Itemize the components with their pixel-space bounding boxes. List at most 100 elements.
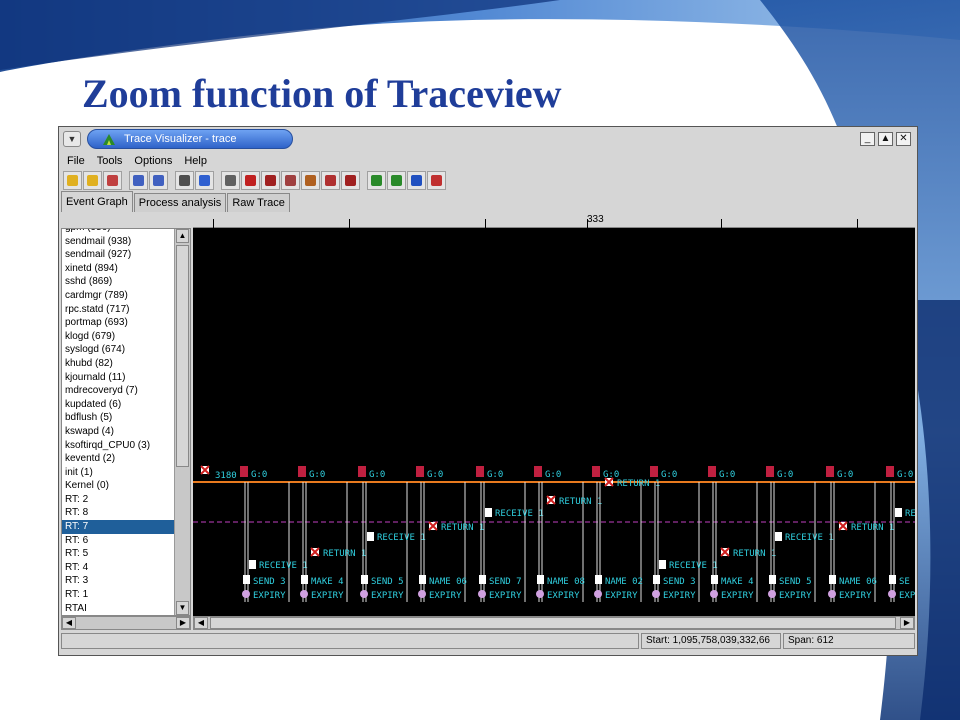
process-list-scrollbar[interactable]: ▲ ▼ (174, 229, 190, 615)
process-list-item[interactable]: kswapd (4) (62, 425, 174, 439)
tab-raw-trace[interactable]: Raw Trace (227, 193, 290, 212)
print-icon (107, 175, 118, 186)
column-label: G:0 (837, 470, 853, 480)
menu-help[interactable]: Help (182, 153, 215, 171)
process-list-item[interactable]: sendmail (927) (62, 248, 174, 262)
toolbar (61, 171, 446, 193)
process-list-item[interactable]: portmap (693) (62, 316, 174, 330)
window-title-pill[interactable]: Trace Visualizer - trace (87, 129, 293, 149)
receive-icon (367, 532, 374, 541)
close-button[interactable]: ✕ (896, 132, 911, 146)
ruler-label: 333 (587, 214, 604, 225)
scroll-down-arrow[interactable]: ▼ (176, 601, 189, 615)
expiry-icon (888, 590, 896, 598)
process-list-item[interactable]: bdflush (5) (62, 411, 174, 425)
chart-line-button[interactable] (387, 171, 406, 190)
graph-scroll-left-arrow[interactable]: ◀ (194, 617, 208, 629)
process-list-item[interactable]: RT: 5 (62, 547, 174, 561)
column-label: G:0 (251, 470, 267, 480)
zoom-in-button[interactable] (129, 171, 148, 190)
minimize-button[interactable]: _ (860, 132, 875, 146)
scroll-left-arrow[interactable]: ◀ (62, 617, 76, 629)
column-event-marker (886, 466, 894, 477)
scroll-right-arrow[interactable]: ▶ (176, 617, 190, 629)
process-list-item[interactable]: kjournald (11) (62, 371, 174, 385)
process-list-item[interactable]: sendmail (938) (62, 235, 174, 249)
event-button[interactable] (281, 171, 300, 190)
column-label: G:0 (661, 470, 677, 480)
event-button[interactable] (321, 171, 340, 190)
open-folder-button[interactable] (63, 171, 82, 190)
process-list-item[interactable]: ksoftirqd_CPU0 (3) (62, 439, 174, 453)
process-list-item[interactable]: keventd (2) (62, 452, 174, 466)
graph-scroll-right-arrow[interactable]: ▶ (900, 617, 914, 629)
process-list-item[interactable]: RT: 3 (62, 574, 174, 588)
scroll-thumb[interactable] (176, 245, 189, 467)
pen-button[interactable] (175, 171, 194, 190)
filter-icon (225, 175, 236, 186)
expiry-event-label: EXPIRY (371, 591, 404, 601)
process-list-item[interactable]: kupdated (6) (62, 398, 174, 412)
event-button[interactable] (301, 171, 320, 190)
window-menu-button[interactable]: ▼ (63, 131, 81, 147)
status-span: Span: 612 (783, 633, 915, 649)
zoom-out-button[interactable] (149, 171, 168, 190)
expiry-icon (300, 590, 308, 598)
process-list-item[interactable]: RT: 6 (62, 534, 174, 548)
column-label: G:0 (309, 470, 325, 480)
process-list-item[interactable]: RT: 8 (62, 506, 174, 520)
process-list-item[interactable]: mdrecoveryd (7) (62, 384, 174, 398)
event-button[interactable] (261, 171, 280, 190)
event-button[interactable] (341, 171, 360, 190)
print-button[interactable] (103, 171, 122, 190)
process-list-hscroll[interactable]: ◀ ▶ (61, 616, 191, 630)
process-list-item[interactable]: RT: 2 (62, 493, 174, 507)
menu-tools[interactable]: Tools (95, 153, 131, 171)
send-event-label: SEND 3 (253, 577, 286, 587)
open-file-button[interactable] (83, 171, 102, 190)
graph-hscroll[interactable]: ◀ ▶ (193, 616, 915, 630)
bar-chart-button[interactable] (407, 171, 426, 190)
event-graph-canvas[interactable]: 3180 G:0 RECEIVE 1 SEND 3 EXPIRY G:0 RETURN 1M… (193, 228, 915, 616)
filter-button[interactable] (221, 171, 240, 190)
column-event-marker (592, 466, 600, 477)
receive-event-label: RECEIVE 1 (669, 561, 718, 571)
tab-process-analysis[interactable]: Process analysis (133, 193, 227, 212)
process-list-item[interactable]: khubd (82) (62, 357, 174, 371)
graph-scroll-thumb[interactable] (210, 617, 896, 629)
menu-options[interactable]: Options (132, 153, 180, 171)
process-list-item[interactable]: RT: 1 (62, 588, 174, 602)
receive-event-label: RECEIVE 1 (785, 533, 834, 543)
process-list-item[interactable]: RT: 7 (62, 520, 174, 534)
scroll-up-arrow[interactable]: ▲ (176, 229, 189, 243)
color-bar-button[interactable] (195, 171, 214, 190)
settings-button[interactable] (427, 171, 446, 190)
menu-file[interactable]: File (65, 153, 93, 171)
process-list-item[interactable]: klogd (679) (62, 330, 174, 344)
process-list-item[interactable]: sshd (869) (62, 275, 174, 289)
process-list-item[interactable]: xinetd (894) (62, 262, 174, 276)
process-list-item[interactable]: cardmgr (789) (62, 289, 174, 303)
pen-icon (179, 175, 190, 186)
send-icon (361, 575, 368, 584)
send-event-label: NAME 06 (839, 577, 877, 587)
app-icon (103, 134, 115, 145)
process-list-item[interactable]: Kernel (0) (62, 479, 174, 493)
ruler-tick (349, 219, 350, 228)
expiry-icon (710, 590, 718, 598)
event-button[interactable] (241, 171, 260, 190)
ruler-tick (857, 219, 858, 228)
process-list-item[interactable]: init (1) (62, 466, 174, 480)
expiry-event-label: EXPIRY (489, 591, 522, 601)
process-list-item[interactable]: RTAI (62, 602, 174, 615)
tab-event-graph[interactable]: Event Graph (61, 191, 133, 212)
process-list-item[interactable]: gpm (956) (62, 229, 174, 235)
process-list-item[interactable]: syslogd (674) (62, 343, 174, 357)
grid-button[interactable] (367, 171, 386, 190)
zoom-in-icon (133, 175, 144, 186)
process-list-item[interactable]: rpc.statd (717) (62, 303, 174, 317)
expiry-event-label: EXPIRY (547, 591, 580, 601)
process-list-item[interactable]: RT: 4 (62, 561, 174, 575)
expiry-icon (478, 590, 486, 598)
maximize-button[interactable]: ▲ (878, 132, 893, 146)
